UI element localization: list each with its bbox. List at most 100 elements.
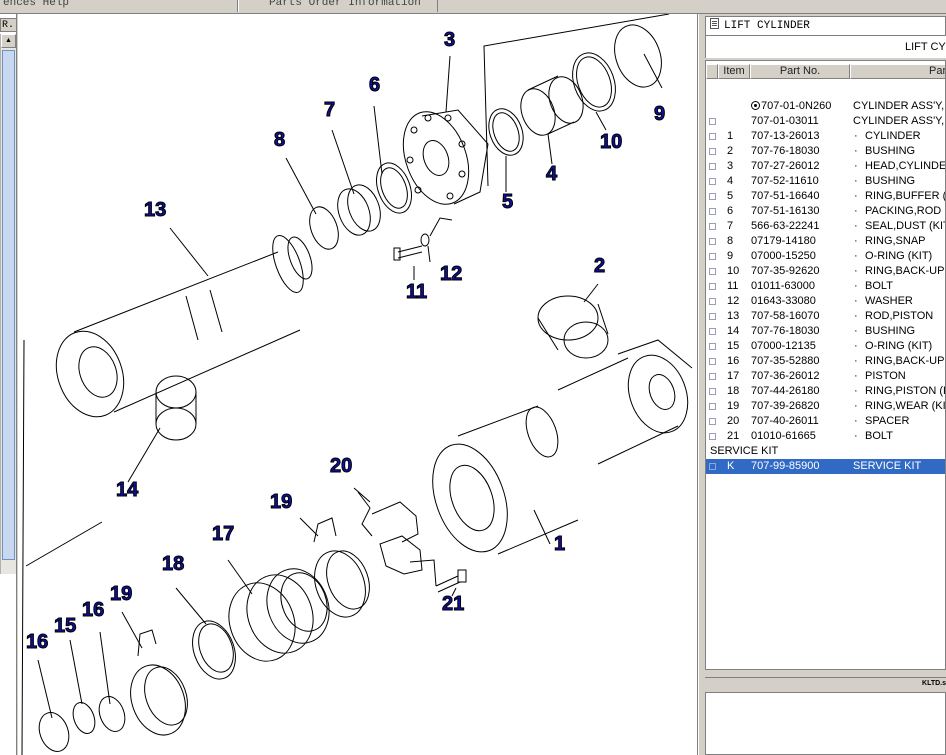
- part-name: RING,BACK-UP (I: [865, 355, 946, 367]
- part-number: 707-76-18030: [751, 325, 820, 337]
- table-row[interactable]: 14 707-76-18030 · BUSHING: [706, 324, 945, 339]
- row-checkbox[interactable]: [709, 268, 716, 275]
- row-checkbox[interactable]: [709, 133, 716, 140]
- table-row[interactable]: 17 707-36-26012 · PISTON: [706, 369, 945, 384]
- parts-list[interactable]: Item Part No. Part 707-01-0N260 CYLINDER…: [705, 60, 946, 670]
- tab-help[interactable]: ences Help: [0, 0, 238, 12]
- document-icon: [710, 18, 719, 29]
- left-pane-header[interactable]: R..: [0, 18, 17, 32]
- part-number: 707-51-16130: [751, 205, 820, 217]
- row-checkbox[interactable]: [709, 373, 716, 380]
- callout-18: 18: [162, 553, 184, 575]
- table-row[interactable]: 20 707-40-26011 · SPACER: [706, 414, 945, 429]
- table-row[interactable]: 16 707-35-52880 · RING,BACK-UP (I: [706, 354, 946, 369]
- row-checkbox[interactable]: [709, 148, 716, 155]
- part-number: 707-99-85900: [751, 460, 820, 472]
- callout-7: 7: [324, 99, 335, 121]
- item-number: 3: [727, 160, 734, 172]
- part-number: 707-27-26012: [751, 160, 820, 172]
- table-row[interactable]: 18 707-44-26180 · RING,PISTON (KIT: [706, 384, 945, 399]
- row-checkbox[interactable]: [709, 298, 716, 305]
- table-row[interactable]: 1 707-13-26013 · CYLINDER: [706, 129, 945, 144]
- column-header-item[interactable]: Item: [718, 64, 750, 79]
- table-row[interactable]: 707-01-03011 CYLINDER ASS'Y,L: [706, 114, 945, 129]
- row-checkbox[interactable]: [709, 358, 716, 365]
- details-pane[interactable]: [705, 692, 946, 755]
- o-ring-15: [72, 702, 96, 734]
- row-checkbox[interactable]: [709, 328, 716, 335]
- status-text: KLTD.s: [922, 680, 946, 687]
- tab-parts-order-information[interactable]: Parts Order Information: [238, 0, 438, 12]
- table-row[interactable]: 707-01-0N260 CYLINDER ASS'Y,L: [706, 99, 945, 114]
- cylinder-head-3: [402, 109, 489, 205]
- row-checkbox[interactable]: [709, 163, 716, 170]
- exploded-view-diagram: 1 2 3 4 5 6 7 8 9 10 11 12 13 14 15 16 1…: [21, 14, 693, 755]
- bullet-dot: ·: [854, 400, 858, 412]
- table-row[interactable]: 7 566-63-22241 · SEAL,DUST (KIT): [706, 219, 946, 234]
- row-checkbox[interactable]: [709, 223, 716, 230]
- table-row[interactable]: 13 707-58-16070 · ROD,PISTON: [706, 309, 945, 324]
- column-header-part-no[interactable]: Part No.: [750, 64, 850, 79]
- table-row[interactable]: 19 707-39-26820 · RING,WEAR (KIT): [706, 399, 946, 414]
- part-name: ROD,PISTON: [865, 310, 934, 322]
- wear-ring-19b: [130, 664, 186, 736]
- callout-12: 12: [440, 263, 462, 285]
- row-checkbox[interactable]: [709, 418, 716, 425]
- part-number: 07000-15250: [751, 250, 816, 262]
- parts-drawing[interactable]: 1 2 3 4 5 6 7 8 9 10 11 12 13 14 15 16 1…: [18, 14, 698, 755]
- row-checkbox[interactable]: [709, 403, 716, 410]
- row-checkbox[interactable]: [709, 463, 716, 470]
- part-number: 707-13-26013: [751, 130, 820, 142]
- row-checkbox[interactable]: [709, 193, 716, 200]
- part-number: 707-58-16070: [751, 310, 820, 322]
- table-row[interactable]: 2 707-76-18030 · BUSHING: [706, 144, 945, 159]
- row-checkbox[interactable]: [709, 208, 716, 215]
- item-number: 5: [727, 190, 734, 202]
- part-name: RING,WEAR (KIT): [865, 400, 946, 412]
- table-row[interactable]: 10 707-35-92620 · RING,BACK-UP (I: [706, 264, 945, 279]
- table-row[interactable]: 21 01010-61665 · BOLT: [706, 429, 945, 444]
- scroll-thumb[interactable]: [2, 50, 15, 560]
- part-number: 01011-63000: [751, 280, 816, 292]
- table-row[interactable]: 6 707-51-16130 · PACKING,ROD (K: [706, 204, 945, 219]
- piston-ring-18: [192, 620, 236, 680]
- row-checkbox[interactable]: [709, 313, 716, 320]
- part-number: 707-01-03011: [751, 115, 819, 127]
- row-checkbox[interactable]: [709, 433, 716, 440]
- row-checkbox[interactable]: [709, 283, 716, 290]
- row-checkbox[interactable]: [709, 253, 716, 260]
- service-kit-row[interactable]: K 707-99-85900 SERVICE KIT: [706, 459, 945, 474]
- table-row[interactable]: 8 07179-14180 · RING,SNAP: [706, 234, 945, 249]
- row-checkbox[interactable]: [709, 238, 716, 245]
- table-row[interactable]: 9 07000-15250 · O-RING (KIT): [706, 249, 945, 264]
- column-header-select[interactable]: [706, 64, 718, 79]
- callout-16a: 16: [82, 599, 104, 621]
- item-number: K: [727, 460, 735, 472]
- table-row[interactable]: 4 707-52-11610 · BUSHING: [706, 174, 945, 189]
- callout-13: 13: [144, 199, 166, 221]
- callout-10: 10: [600, 131, 622, 153]
- parts-rows: 707-01-0N260 CYLINDER ASS'Y,L 707-01-030…: [706, 99, 946, 474]
- item-number: 9: [727, 250, 734, 262]
- callout-19a: 19: [270, 491, 292, 513]
- column-header-part-name[interactable]: Part: [850, 64, 945, 79]
- part-name: SEAL,DUST (KIT): [865, 220, 946, 232]
- bushing-2: [537, 295, 609, 359]
- table-row[interactable]: 11 01011-63000 · BOLT: [706, 279, 945, 294]
- scroll-up-arrow-icon[interactable]: ▲: [1, 34, 16, 48]
- part-number: 707-52-11610: [751, 175, 819, 187]
- bullet-dot: ·: [854, 325, 858, 337]
- row-checkbox[interactable]: [709, 388, 716, 395]
- callout-11: 11: [406, 281, 427, 303]
- table-row[interactable]: 15 07000-12135 · O-RING (KIT): [706, 339, 945, 354]
- row-checkbox[interactable]: [709, 118, 716, 125]
- part-name: CYLINDER: [865, 130, 921, 142]
- item-number: 12: [727, 295, 740, 307]
- row-checkbox[interactable]: [709, 343, 716, 350]
- table-row[interactable]: 12 01643-33080 · WASHER: [706, 294, 945, 309]
- row-checkbox[interactable]: [709, 178, 716, 185]
- left-pane-scrollbar[interactable]: ▲: [0, 34, 16, 574]
- panel-title: LIFT CYLINDER: [724, 20, 810, 32]
- table-row[interactable]: 3 707-27-26012 · HEAD,CYLINDER: [706, 159, 945, 174]
- table-row[interactable]: 5 707-51-16640 · RING,BUFFER (KI: [706, 189, 945, 204]
